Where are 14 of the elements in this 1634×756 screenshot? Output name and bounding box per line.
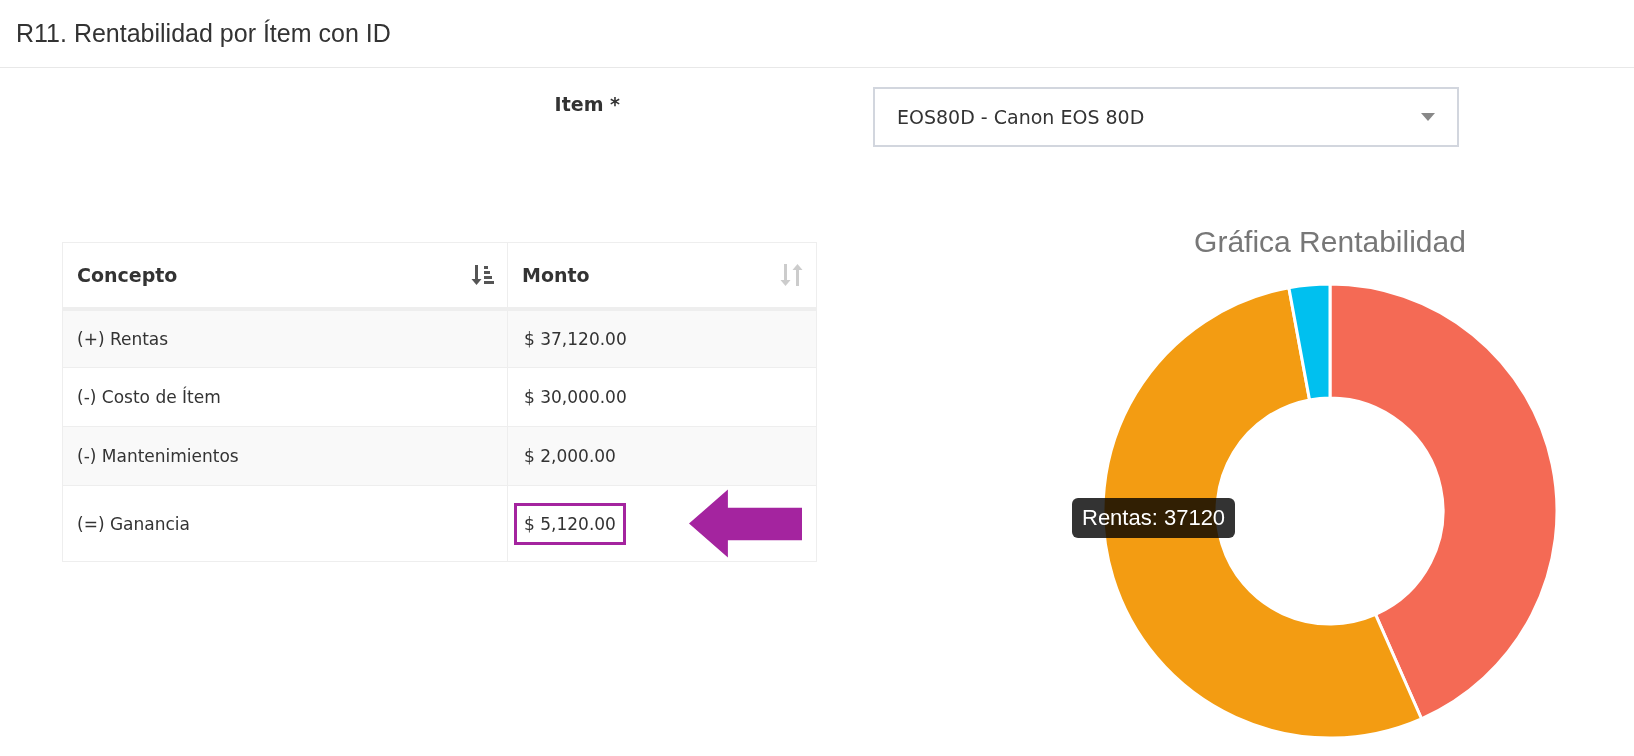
chart-tooltip: Rentas: 37120 [1072,498,1236,538]
table-cell-text: $ 37,120.00 [523,327,628,351]
table-cell: (=) Ganancia [77,513,190,534]
table-cell: (-) Costo de Ítem [77,387,221,407]
table-cell: $ 5,120.00 [514,502,626,545]
chart-title: Gráfica Rentabilidad [1193,224,1467,260]
page-title: R11. Rentabilidad por Ítem con ID [16,19,391,48]
table-cell: (+) Rentas [77,328,169,349]
table-cell: (-) Mantenimientos [77,446,239,466]
table-cell-text: $ 30,000.00 [523,386,628,409]
item-label: Item * [553,92,620,117]
caret-icon [1421,113,1435,121]
item-select[interactable]: EOS80D - Canon EOS 80D [873,87,1459,147]
table-cell-text: $ 2,000.00 [523,445,617,468]
